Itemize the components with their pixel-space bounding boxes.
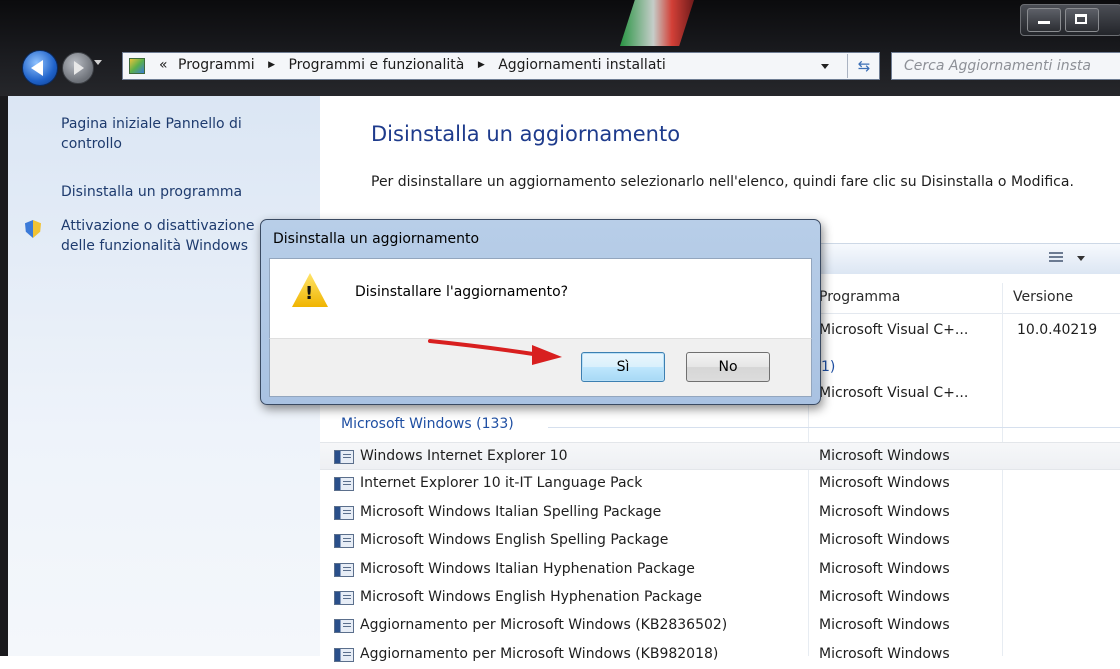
confirm-dialog: Disinstalla un aggiornamento ! Disinstal…: [260, 219, 821, 405]
shield-icon: [25, 220, 41, 238]
list-item[interactable]: Internet Explorer 10 it-IT Language Pack…: [320, 470, 1120, 498]
address-bar[interactable]: « Programmi ▶ Programmi e funzionalità ▶…: [122, 52, 880, 80]
update-icon: [334, 534, 354, 549]
update-program: Microsoft Windows: [819, 617, 950, 634]
refresh-icon[interactable]: ⇆: [847, 54, 880, 78]
updates-list: Windows Internet Explorer 10 Microsoft W…: [320, 442, 1120, 669]
update-icon: [334, 647, 354, 662]
no-button[interactable]: No: [686, 352, 770, 382]
search-placeholder: Cerca Aggiornamenti insta: [904, 58, 1091, 74]
uninstall-program-link[interactable]: Disinstalla un programma: [61, 182, 242, 202]
dialog-body: ! Disinstallare l'aggiornamento?: [269, 258, 812, 340]
window-controls: [1020, 4, 1120, 36]
exclamation-icon: !: [305, 283, 314, 304]
control-panel-icon: [129, 58, 145, 74]
minimize-button[interactable]: [1027, 8, 1061, 32]
update-program: Microsoft Windows: [819, 475, 950, 492]
update-name: Microsoft Windows Italian Spelling Packa…: [360, 503, 662, 520]
update-name: Microsoft Windows English Hyphenation Pa…: [360, 588, 703, 605]
update-name: Windows Internet Explorer 10: [360, 448, 568, 464]
maximize-button[interactable]: [1065, 8, 1099, 32]
list-item[interactable]: Aggiornamento per Microsoft Windows (KB9…: [320, 641, 1120, 669]
update-program: Microsoft Windows: [819, 645, 950, 662]
red-arrow-annotation: [428, 339, 562, 365]
back-button[interactable]: [22, 50, 58, 86]
window-titlebar: [0, 0, 1120, 96]
list-item[interactable]: Aggiornamento per Microsoft Windows (KB2…: [320, 612, 1120, 640]
update-program: Microsoft Windows: [819, 532, 950, 549]
update-name: Aggiornamento per Microsoft Windows (KB9…: [360, 645, 719, 662]
yes-button[interactable]: Sì: [581, 352, 665, 382]
column-version[interactable]: Versione: [1013, 289, 1073, 305]
update-icon: [334, 477, 354, 492]
window-border: [0, 96, 8, 656]
update-icon: [334, 505, 354, 520]
control-panel-home-link[interactable]: Pagina iniziale Pannello di controllo: [61, 114, 291, 154]
row-program: Microsoft Visual C+...: [819, 322, 969, 338]
list-item[interactable]: Microsoft Windows English Hyphenation Pa…: [320, 584, 1120, 612]
row-version: 10.0.40219: [1017, 322, 1098, 338]
update-name: Aggiornamento per Microsoft Windows (KB2…: [360, 617, 728, 634]
group-header[interactable]: Microsoft Windows (133): [341, 416, 514, 432]
windows-features-link[interactable]: Attivazione o disattivazione delle funzi…: [61, 216, 281, 256]
group-count: 1): [821, 359, 836, 375]
address-dropdown-icon[interactable]: [821, 64, 829, 69]
update-icon: [334, 619, 354, 634]
update-name: Microsoft Windows Italian Hyphenation Pa…: [360, 560, 695, 577]
chevron-right-icon[interactable]: ▶: [268, 60, 275, 70]
update-icon: [334, 562, 354, 577]
update-program: Microsoft Windows: [819, 503, 950, 520]
breadcrumb-overflow[interactable]: «: [159, 57, 168, 73]
list-item[interactable]: Microsoft Windows English Spelling Packa…: [320, 527, 1120, 555]
update-program: Microsoft Windows: [819, 588, 950, 605]
breadcrumb: « Programmi ▶ Programmi e funzionalità ▶…: [159, 57, 666, 73]
update-program: Microsoft Windows: [819, 448, 950, 464]
group-divider: [548, 427, 1120, 428]
view-options-icon[interactable]: [1049, 252, 1063, 264]
update-name: Internet Explorer 10 it-IT Language Pack: [360, 475, 643, 492]
dialog-message: Disinstallare l'aggiornamento?: [355, 284, 569, 300]
list-item[interactable]: Windows Internet Explorer 10 Microsoft W…: [320, 442, 1120, 471]
dialog-title: Disinstalla un aggiornamento: [273, 231, 480, 247]
page-description: Per disinstallare un aggiornamento selez…: [371, 174, 1074, 190]
update-icon: [334, 590, 354, 605]
forward-button[interactable]: [62, 52, 94, 84]
view-dropdown-icon[interactable]: [1077, 256, 1085, 261]
update-name: Microsoft Windows English Spelling Packa…: [360, 532, 669, 549]
breadcrumb-programmi-funzionalita[interactable]: Programmi e funzionalità: [288, 57, 464, 73]
column-program[interactable]: Programma: [819, 289, 900, 305]
chevron-right-icon[interactable]: ▶: [478, 60, 485, 70]
update-program: Microsoft Windows: [819, 560, 950, 577]
update-icon: [334, 450, 354, 464]
row-program: Microsoft Visual C+...: [819, 385, 969, 401]
list-item[interactable]: Microsoft Windows Italian Spelling Packa…: [320, 499, 1120, 527]
breadcrumb-aggiornamenti[interactable]: Aggiornamenti installati: [498, 57, 666, 73]
search-input[interactable]: Cerca Aggiornamenti insta: [891, 52, 1120, 80]
list-item[interactable]: Microsoft Windows Italian Hyphenation Pa…: [320, 556, 1120, 584]
recent-pages-dropdown[interactable]: [94, 60, 102, 65]
breadcrumb-programmi[interactable]: Programmi: [178, 57, 255, 73]
page-title: Disinstalla un aggiornamento: [371, 122, 681, 146]
